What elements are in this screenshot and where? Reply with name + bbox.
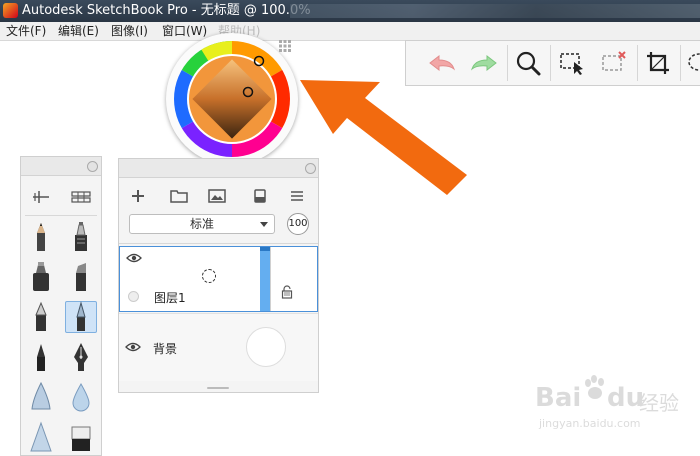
marker-brush[interactable] — [25, 261, 57, 293]
hamburger-menu-icon — [291, 191, 303, 201]
clear-layer-button[interactable] — [249, 185, 271, 207]
watermark-url: jingyan.baidu.com — [539, 417, 641, 430]
pen-brush[interactable] — [25, 301, 57, 333]
fine-brush[interactable] — [25, 341, 57, 373]
color-grid-icon[interactable] — [279, 40, 291, 52]
brush-palette-divider — [25, 215, 97, 216]
deselect-button[interactable] — [592, 41, 636, 85]
crop-icon — [647, 52, 669, 74]
layer-row-divider — [270, 247, 271, 311]
layer-editor: 标准 100 图层1 背景 — [118, 158, 319, 393]
pen-icon — [35, 301, 47, 331]
color-puck[interactable] — [166, 33, 298, 165]
paw-logo-icon — [585, 375, 604, 399]
fountain-pen-brush[interactable] — [65, 341, 97, 373]
menu-image[interactable]: 图像(I) — [111, 22, 148, 40]
layer-menu-button[interactable] — [286, 185, 308, 207]
layer-row[interactable]: 背景 — [119, 313, 318, 381]
chisel-marker-icon — [76, 263, 86, 291]
layer-row[interactable]: 图层1 — [119, 246, 318, 312]
layer-thumbnail — [202, 269, 216, 283]
pencil-brush[interactable] — [25, 221, 57, 253]
eye-icon[interactable] — [125, 342, 141, 352]
water-drop-icon — [72, 382, 90, 412]
layer-name: 背景 — [153, 342, 178, 356]
title-bar: Autodesk SketchBook Pro - 无标题 @ 100.0% — [0, 0, 700, 22]
folder-icon — [170, 190, 188, 203]
layer-opacity-bar[interactable] — [260, 247, 270, 311]
eye-icon[interactable] — [126, 253, 142, 263]
chevron-down-icon — [260, 222, 268, 227]
lasso-button[interactable] — [674, 41, 700, 85]
eraser-brush[interactable] — [65, 421, 97, 453]
image-icon — [208, 189, 226, 203]
select-button[interactable] — [550, 41, 594, 85]
close-brush-palette-button[interactable] — [87, 161, 98, 172]
baidu-watermark: Bai du 经验 jingyan.baidu.com — [535, 375, 679, 435]
blend-mode-select[interactable]: 标准 — [129, 214, 275, 234]
brush-adjust-icon — [33, 191, 49, 203]
eraser-icon — [71, 426, 91, 451]
brush-adjust-button[interactable] — [25, 181, 57, 213]
brush-palette — [20, 156, 102, 456]
layer-name: 图层1 — [154, 291, 186, 305]
brush-library-icon — [71, 191, 91, 203]
annotation-arrow — [300, 80, 467, 195]
brush-library-button[interactable] — [65, 181, 97, 213]
menu-edit[interactable]: 编辑(E) — [58, 22, 99, 40]
blend-mode-value: 标准 — [189, 217, 214, 231]
plus-icon — [132, 190, 144, 202]
airbrush-brush[interactable] — [65, 221, 97, 253]
zoom-icon — [516, 51, 541, 76]
layer-opacity-control[interactable]: 100 — [287, 213, 309, 235]
smudge-brush[interactable] — [25, 381, 57, 413]
cone-brush[interactable] — [25, 421, 57, 453]
brush-palette-header[interactable] — [21, 157, 101, 176]
layer-editor-resize-handle[interactable] — [207, 387, 229, 389]
ink-pen-icon — [76, 301, 86, 331]
redo-icon — [470, 54, 497, 72]
close-layer-editor-button[interactable] — [305, 163, 316, 174]
airbrush-icon — [75, 222, 87, 251]
add-layer-button[interactable] — [127, 185, 149, 207]
title-bar-background — [290, 4, 700, 18]
layer-opacity-bar-top — [260, 247, 270, 251]
lock-icon[interactable] — [281, 285, 293, 299]
add-group-button[interactable] — [168, 185, 190, 207]
ink-pen-brush[interactable] — [65, 301, 97, 333]
zoom-button[interactable] — [506, 41, 550, 85]
watermark-brand: Bai — [535, 383, 582, 413]
trash-can-icon — [254, 189, 266, 203]
add-image-layer-button[interactable] — [206, 185, 228, 207]
fountain-pen-icon — [74, 343, 88, 371]
select-icon — [560, 53, 583, 75]
watermark-cn: 经验 — [639, 391, 679, 415]
sketchbook-app-icon — [3, 3, 18, 18]
color-wheel-icon[interactable] — [166, 33, 298, 165]
layer-list-divider — [119, 243, 318, 244]
pencil-icon — [37, 223, 45, 251]
menu-file[interactable]: 文件(F) — [6, 22, 46, 40]
deselect-icon — [602, 51, 626, 71]
background-color-swatch[interactable] — [246, 327, 286, 367]
menu-bar: 文件(F) 编辑(E) 图像(I) 窗口(W) 帮助(H) — [0, 22, 700, 41]
layer-select-radio[interactable] — [128, 291, 139, 302]
cone-brush-icon — [30, 421, 52, 452]
smudge-icon — [31, 381, 51, 410]
layer-editor-header[interactable] — [119, 159, 318, 178]
lasso-icon — [688, 53, 700, 71]
water-drop-brush[interactable] — [65, 381, 97, 413]
marker-icon — [33, 262, 49, 291]
window-title: Autodesk SketchBook Pro - 无标题 @ 100.0% — [22, 3, 311, 18]
fine-brush-icon — [37, 344, 45, 371]
chisel-marker-brush[interactable] — [65, 261, 97, 293]
